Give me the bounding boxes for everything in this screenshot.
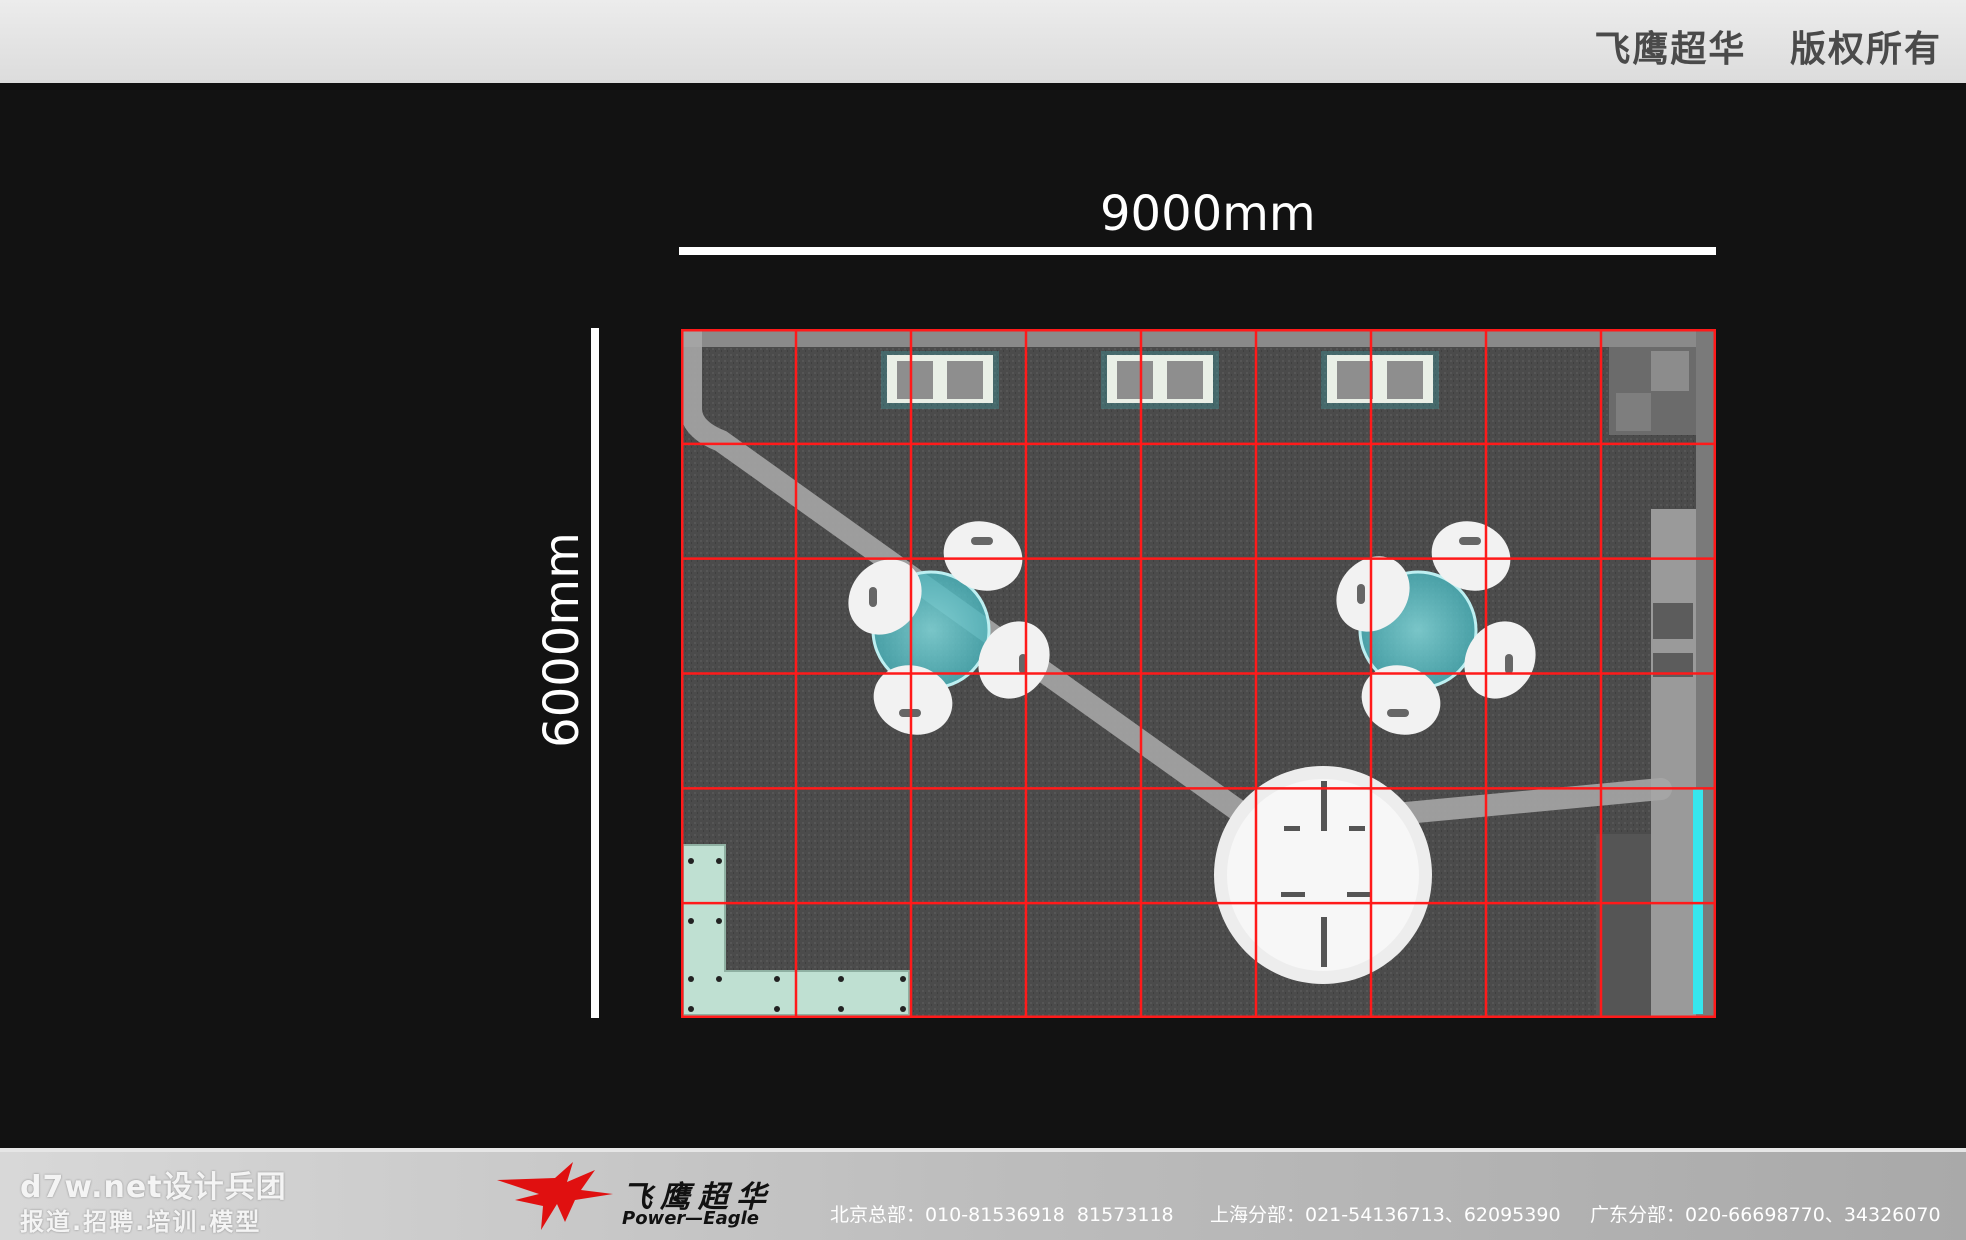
contact-shanghai: 上海分部：021-54136713、62095390	[1210, 1204, 1561, 1226]
round-display-stand	[1214, 766, 1432, 984]
contact-beijing: 北京总部：010-81536918 81573118	[830, 1204, 1174, 1226]
cyan-light-strip	[1693, 789, 1703, 1014]
header-bar: 飞鹰超华 版权所有	[0, 0, 1966, 83]
logo-english-text: Power—Eagle	[622, 1208, 759, 1229]
height-dimension-line	[591, 328, 599, 1018]
wall-display-boxes	[881, 351, 1439, 409]
top-wall	[681, 329, 1716, 347]
contact-guangdong: 广东分部：020-66698770、34326070	[1590, 1204, 1941, 1226]
watermark-line-2: 报道.招聘.培训.模型	[20, 1208, 262, 1236]
right-side-counter	[1651, 509, 1696, 1018]
width-dimension-line	[679, 247, 1716, 255]
booth-floor-plan	[681, 329, 1716, 1018]
watermark-line-1: d7w.net设计兵团	[20, 1170, 287, 1205]
footer-bar: d7w.net设计兵团 报道.招聘.培训.模型 飞鹰超华 Power—Eagle…	[0, 1148, 1966, 1240]
width-dimension-label: 9000mm	[1100, 186, 1316, 242]
copyright-text: 飞鹰超华 版权所有	[1594, 29, 1942, 70]
eagle-logo-icon	[497, 1162, 613, 1230]
height-dimension-label: 6000mm	[534, 532, 590, 748]
